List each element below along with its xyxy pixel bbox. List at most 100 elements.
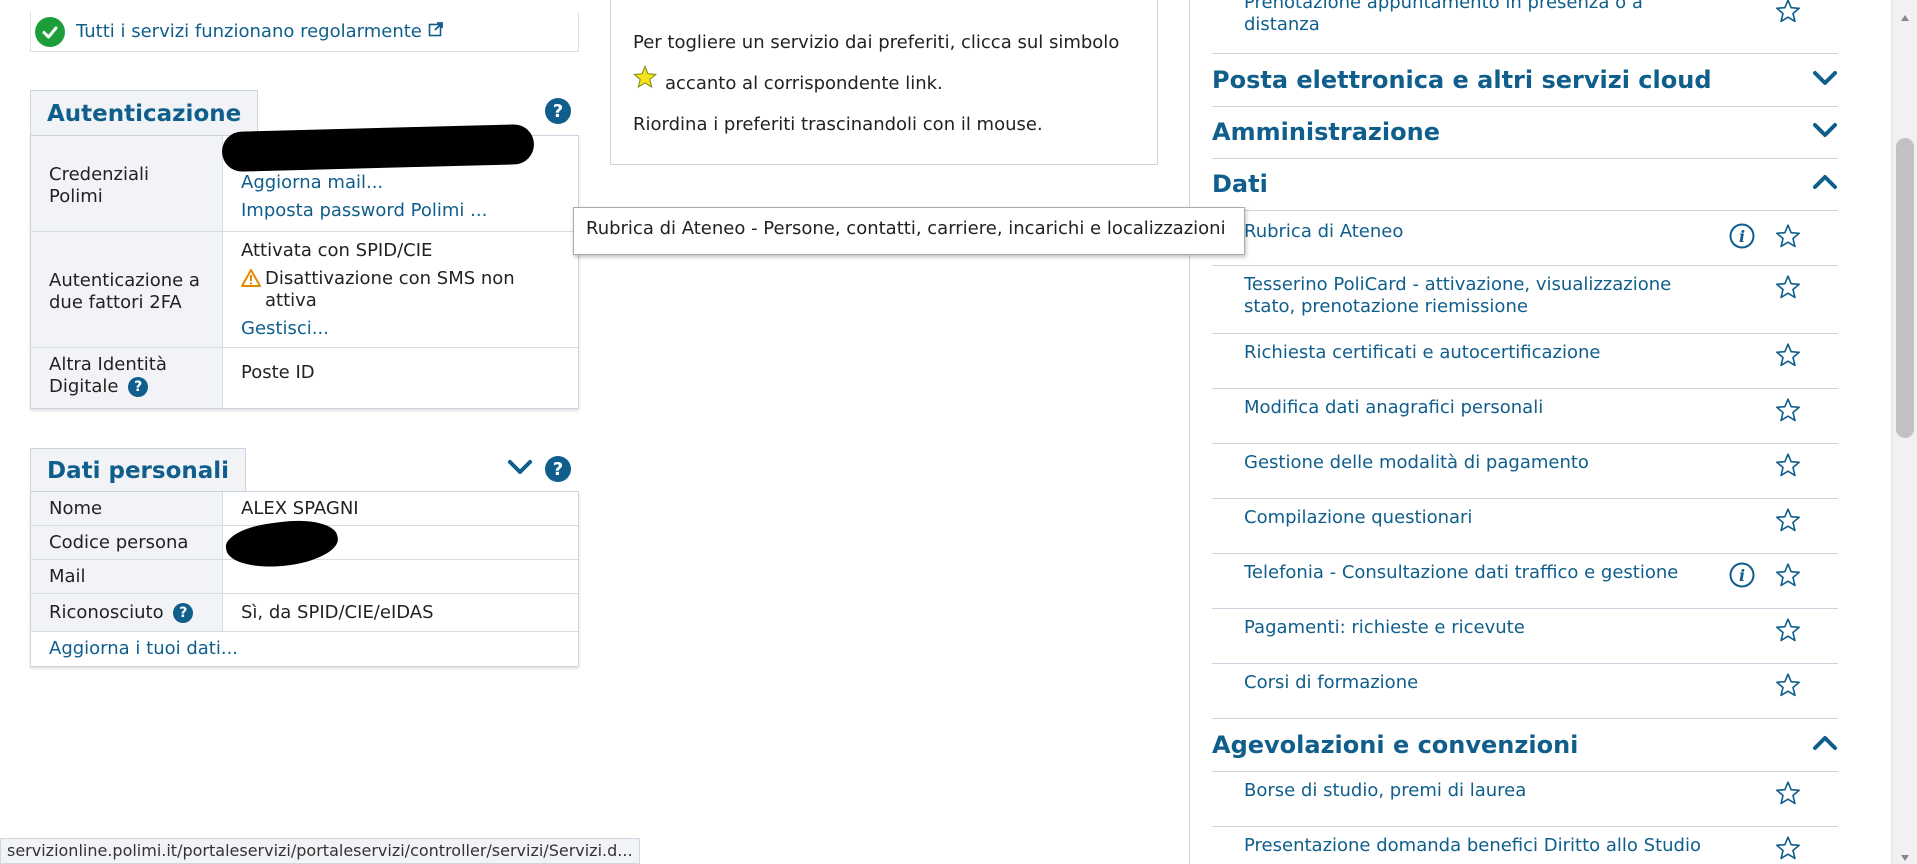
star-outline-icon[interactable]: [1775, 274, 1801, 305]
list-item[interactable]: Richiesta certificati e autocertificazio…: [1212, 334, 1838, 389]
star-outline-icon[interactable]: [1775, 342, 1801, 373]
info-text: Per togliere un servizio dai preferiti, …: [633, 32, 1120, 53]
row-label: Riconosciuto ?: [31, 594, 223, 631]
update-mail-link[interactable]: Aggiorna mail...: [241, 172, 560, 194]
section-dati[interactable]: Dati: [1212, 158, 1838, 211]
service-link[interactable]: Pagamenti: richieste e ricevute: [1244, 617, 1714, 639]
service-link[interactable]: Modifica dati anagrafici personali: [1244, 397, 1714, 419]
info-text: accanto al corrispondente link.: [665, 73, 943, 94]
help-icon[interactable]: ?: [128, 377, 149, 397]
star-outline-icon[interactable]: [1775, 397, 1801, 428]
service-link[interactable]: Telefonia - Consultazione dati traffico …: [1244, 562, 1714, 584]
row-label: Mail: [31, 560, 223, 593]
redaction-mark: [221, 123, 535, 173]
table-row: Altra Identità Digitale ? Poste ID: [31, 348, 578, 408]
update-data-link[interactable]: Aggiorna i tuoi dati...: [31, 632, 256, 666]
panel-tab: Dati personali: [30, 448, 247, 492]
list-item[interactable]: Borse di studio, premi di laurea: [1212, 772, 1838, 827]
star-outline-icon[interactable]: [1775, 672, 1801, 703]
info-text: Riordina i preferiti trascinandoli con i…: [633, 114, 1043, 135]
scroll-down-icon[interactable]: [1900, 846, 1910, 864]
star-outline-icon[interactable]: [1775, 835, 1801, 864]
list-item[interactable]: Gestione delle modalità di pagamento: [1212, 444, 1838, 499]
set-password-link[interactable]: Imposta password Polimi ...: [241, 200, 560, 222]
star-outline-icon[interactable]: [1775, 617, 1801, 648]
help-icon[interactable]: ?: [173, 603, 194, 623]
service-link[interactable]: Tesserino PoliCard - attivazione, visual…: [1244, 274, 1704, 318]
help-icon[interactable]: ?: [545, 456, 571, 482]
link-url-status: servizionline.polimi.it/portaleservizi/p…: [0, 838, 640, 864]
row-value: Sì, da SPID/CIE/eIDAS: [241, 602, 434, 623]
star-outline-icon[interactable]: [1775, 507, 1801, 538]
chevron-up-icon[interactable]: [1812, 173, 1838, 196]
list-item[interactable]: Presentazione domanda benefici Diritto a…: [1212, 827, 1838, 864]
svg-text:i: i: [1739, 566, 1745, 585]
service-link[interactable]: Compilazione questionari: [1244, 507, 1714, 529]
star-outline-icon[interactable]: [1775, 452, 1801, 483]
service-link[interactable]: Corsi di formazione: [1244, 672, 1714, 694]
chevron-up-icon[interactable]: [1812, 734, 1838, 757]
panel-title: Autenticazione: [47, 100, 242, 127]
warning-icon: [241, 269, 261, 293]
service-link[interactable]: Gestione delle modalità di pagamento: [1244, 452, 1714, 474]
list-item[interactable]: Tesserino PoliCard - attivazione, visual…: [1212, 266, 1838, 334]
scrollbar-thumb[interactable]: [1896, 138, 1914, 438]
service-link[interactable]: Richiesta certificati e autocertificazio…: [1244, 342, 1714, 364]
section-title[interactable]: Amministrazione: [1212, 118, 1440, 146]
section-title[interactable]: Agevolazioni e convenzioni: [1212, 731, 1578, 759]
service-status-link[interactable]: Tutti i servizi funzionano regolarmente: [76, 21, 422, 42]
row-label-text: Altra Identità Digitale: [49, 354, 167, 397]
info-icon[interactable]: i: [1729, 562, 1755, 593]
service-link[interactable]: Prenotazione appuntamento in presenza o …: [1244, 0, 1664, 36]
section-amministrazione[interactable]: Amministrazione: [1212, 106, 1838, 159]
table-row: Autenticazione a due fattori 2FA Attivat…: [31, 232, 578, 348]
info-icon[interactable]: i: [1729, 223, 1755, 254]
list-item[interactable]: Telefonia - Consultazione dati traffico …: [1212, 554, 1838, 609]
scroll-up-icon[interactable]: [1900, 6, 1910, 27]
list-item[interactable]: Pagamenti: richieste e ricevute: [1212, 609, 1838, 664]
external-link-icon[interactable]: [428, 21, 444, 42]
chevron-down-icon[interactable]: [1812, 121, 1838, 144]
services-column: Prenotazione appuntamento in presenza o …: [1189, 0, 1859, 864]
section-title[interactable]: Posta elettronica e altri servizi cloud: [1212, 66, 1712, 94]
service-status-bar: Tutti i servizi funzionano regolarmente: [30, 12, 579, 52]
manage-2fa-link[interactable]: Gestisci...: [241, 318, 560, 340]
list-item[interactable]: Modifica dati anagrafici personali: [1212, 389, 1838, 444]
row-label: Codice persona: [31, 526, 223, 559]
list-item[interactable]: Compilazione questionari: [1212, 499, 1838, 554]
list-item[interactable]: Rubrica di Ateneo i: [1212, 211, 1838, 266]
service-link[interactable]: Rubrica di Ateneo: [1244, 221, 1714, 243]
row-label: Autenticazione a due fattori 2FA: [31, 232, 223, 347]
section-title[interactable]: Dati: [1212, 170, 1268, 198]
table-row: Mail: [31, 560, 578, 594]
panel-title: Dati personali: [47, 457, 230, 484]
row-label-text: Riconosciuto: [49, 602, 164, 623]
row-label: Altra Identità Digitale ?: [31, 348, 223, 408]
star-outline-icon[interactable]: [1775, 780, 1801, 811]
section-posta[interactable]: Posta elettronica e altri servizi cloud: [1212, 54, 1838, 107]
service-link[interactable]: Borse di studio, premi di laurea: [1244, 780, 1714, 802]
favorites-info-box: Per togliere un servizio dai preferiti, …: [610, 0, 1158, 165]
list-item[interactable]: Corsi di formazione: [1212, 664, 1838, 719]
chevron-down-icon[interactable]: [1812, 69, 1838, 92]
list-item[interactable]: Prenotazione appuntamento in presenza o …: [1212, 0, 1838, 54]
authentication-table: Credenziali Polimi Aggiorna mail... Impo…: [30, 135, 579, 409]
table-row: Aggiorna i tuoi dati...: [31, 632, 578, 666]
panel-tab: Autenticazione: [30, 90, 259, 136]
section-agevolazioni[interactable]: Agevolazioni e convenzioni: [1212, 719, 1838, 772]
row-value: ALEX SPAGNI: [241, 498, 359, 519]
row-value: Attivata con SPID/CIE: [241, 240, 433, 261]
checkmark-icon: [35, 16, 65, 47]
warning-text: Disattivazione con SMS non attiva: [265, 268, 515, 311]
star-outline-icon[interactable]: [1775, 0, 1801, 29]
chevron-down-icon[interactable]: [508, 459, 532, 480]
row-label: Nome: [31, 492, 223, 525]
table-row: Riconosciuto ? Sì, da SPID/CIE/eIDAS: [31, 594, 578, 632]
row-label: Credenziali Polimi: [31, 136, 223, 231]
service-link[interactable]: Presentazione domanda benefici Diritto a…: [1244, 835, 1714, 857]
star-outline-icon[interactable]: [1775, 562, 1801, 593]
vertical-scrollbar[interactable]: [1891, 0, 1917, 864]
star-outline-icon[interactable]: [1775, 223, 1801, 254]
help-icon[interactable]: ?: [545, 98, 571, 124]
svg-text:i: i: [1739, 227, 1745, 246]
